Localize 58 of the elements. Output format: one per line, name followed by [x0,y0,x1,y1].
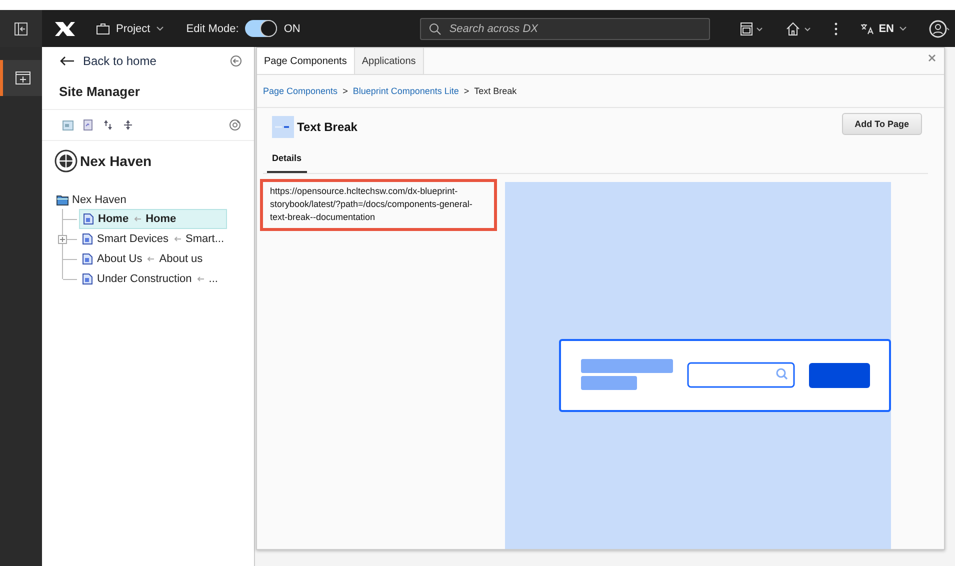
arrow-left-icon [172,236,182,242]
chevron-down-icon [156,26,164,32]
document-icon[interactable] [82,119,94,131]
edit-mode-toggle[interactable] [244,20,277,37]
chevron-down-icon [899,26,907,32]
breadcrumb-separator: > [342,86,348,96]
page-icon [83,213,94,225]
collapse-panel-button[interactable] [0,10,42,47]
disc-icon[interactable] [229,119,241,131]
edit-mode-status: ON [284,22,300,34]
tab[interactable]: Page Components [257,48,355,74]
tree-item[interactable]: Under Construction ... [79,270,221,288]
folder-icon [56,194,69,206]
component-thumbnail [272,116,294,138]
breadcrumb-current: Text Break [474,86,517,96]
add-icon [14,71,30,85]
tree-item[interactable]: Home Home [79,209,227,229]
window-icon [740,22,764,36]
language-menu[interactable]: EN [856,18,911,38]
panel-title: Site Manager [42,68,254,110]
back-link[interactable]: Back to home [59,54,156,68]
add-to-page-button[interactable]: Add To Page [842,113,922,135]
move-icon[interactable] [102,119,114,131]
breadcrumb-separator: > [464,86,470,96]
arrow-left-icon [196,276,205,282]
logo-icon [54,20,76,36]
tree-item[interactable]: About Us About us [79,250,206,268]
breadcrumb-link[interactable]: Page Components [263,86,338,96]
arrow-left-icon [59,56,75,66]
page-icon [82,273,93,285]
project-menu[interactable]: Project [96,22,164,34]
globe-icon [54,149,78,173]
translate-icon [860,22,874,34]
close-icon[interactable] [928,54,936,62]
collapse-icon[interactable] [230,55,242,67]
expand-icon[interactable] [58,235,67,244]
tab[interactable]: Applications [354,48,424,74]
user-icon [929,20,951,38]
tree-item[interactable]: Smart Devices Smart... [79,230,228,248]
page-icon [82,233,93,245]
edit-mode-label: Edit Mode: [186,22,239,34]
breadcrumb-link[interactable]: Blueprint Components Lite [352,86,459,96]
briefcase-icon [96,22,110,34]
page-icon [82,253,93,265]
collapse-icon [14,22,28,36]
search-icon [429,22,442,34]
search-field[interactable]: Search across DX [420,18,710,40]
site-name: Nex Haven [80,153,152,169]
home-icon [786,22,812,36]
add-panel-button[interactable] [0,60,42,96]
move-icon[interactable] [122,119,134,131]
arrow-left-icon [146,256,156,262]
arrow-left-icon [132,216,142,222]
url-text: https://opensource.hcltechsw.com/dx-blueprint-storybook/latest/?path=/docs/components-general-text-break--documentation [260,179,497,232]
more-icon [834,22,838,36]
tree-item[interactable]: Nex Haven [56,191,254,209]
component-title: Text Break [297,120,358,134]
details-tab[interactable]: Details [267,149,307,173]
